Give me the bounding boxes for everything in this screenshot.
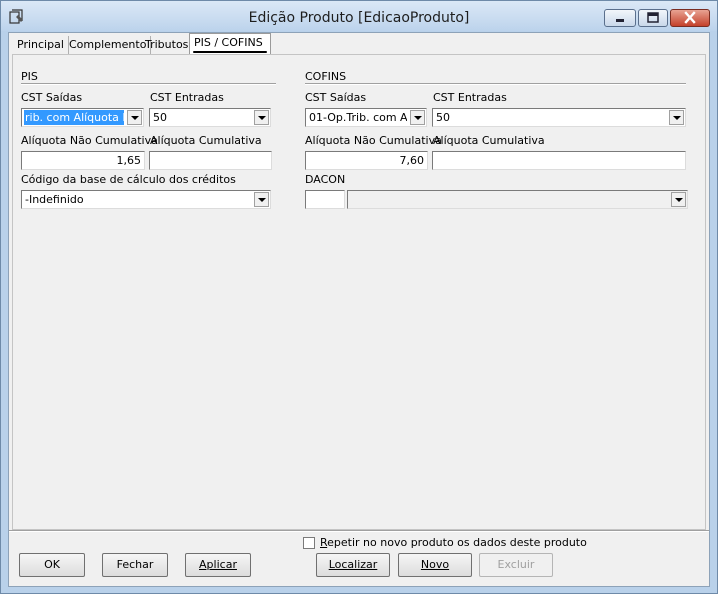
aplicar-button-label: Aplicar xyxy=(199,558,237,571)
cofins-cst-saidas-label: CST Saídas xyxy=(305,91,367,104)
chevron-down-icon xyxy=(258,198,266,202)
repeat-checkbox[interactable] xyxy=(303,537,315,549)
dacon-dropdown-button xyxy=(671,192,686,207)
pis-cod-base-label: Código da base de cálculo dos créditos xyxy=(21,173,236,186)
dacon-label: DACON xyxy=(305,173,346,186)
pis-separator xyxy=(21,83,276,85)
client-area: Principal Complemento Tributos PIS / COF… xyxy=(8,32,710,587)
tab-strip: Principal Complemento Tributos PIS / COF… xyxy=(9,33,709,55)
maximize-button[interactable] xyxy=(638,9,668,27)
ok-button[interactable]: OK xyxy=(19,553,85,577)
cofins-cst-saidas-value: 01-Op.Trib. com Alíqu xyxy=(309,111,407,124)
close-icon xyxy=(684,11,696,24)
cofins-cst-entradas-combo[interactable]: 50 xyxy=(432,108,686,127)
pis-cst-saidas-label: CST Saídas xyxy=(21,91,83,104)
title-bar[interactable]: Edição Produto [EdicaoProduto] xyxy=(1,1,717,31)
close-button[interactable] xyxy=(670,9,710,27)
cofins-cst-entradas-dropdown-button[interactable] xyxy=(669,110,684,125)
repeat-checkbox-text: epetir no novo produto os dados deste pr… xyxy=(327,536,587,549)
pis-aliq-cum-input[interactable] xyxy=(149,151,272,170)
novo-button-label: Novo xyxy=(420,558,450,571)
active-tab-indicator xyxy=(193,51,267,53)
pis-cod-base-dropdown-button[interactable] xyxy=(254,192,269,207)
pis-cst-entradas-dropdown-button[interactable] xyxy=(254,110,269,125)
excluir-button: Excluir xyxy=(479,553,553,577)
pis-cst-entradas-label: CST Entradas xyxy=(150,91,224,104)
tab-pis-cofins-label: PIS / COFINS xyxy=(194,36,263,49)
cofins-cst-saidas-dropdown-button[interactable] xyxy=(410,110,425,125)
aplicar-button[interactable]: Aplicar xyxy=(185,553,251,577)
pis-aliq-nao-cum-label: Alíquota Não Cumulativa xyxy=(21,134,158,147)
tab-pis-cofins[interactable]: PIS / COFINS xyxy=(189,33,271,55)
chevron-down-icon xyxy=(258,116,266,120)
dacon-value xyxy=(350,192,668,207)
cofins-section-label: COFINS xyxy=(305,70,347,83)
cofins-aliq-nao-cum-label: Alíquota Não Cumulativa xyxy=(305,134,442,147)
pis-section-label: PIS xyxy=(21,70,38,83)
maximize-icon xyxy=(647,12,659,23)
cofins-cst-saidas-combo[interactable]: 01-Op.Trib. com Alíqu xyxy=(305,108,427,127)
pis-cst-entradas-combo[interactable]: 50 xyxy=(149,108,271,127)
cofins-cst-entradas-value: 50 xyxy=(436,111,450,124)
pis-aliq-nao-cum-input[interactable]: 1,65 xyxy=(21,151,145,170)
cofins-separator xyxy=(305,83,686,85)
novo-button[interactable]: Novo xyxy=(398,553,472,577)
pis-cst-saidas-dropdown-button[interactable] xyxy=(127,110,142,125)
cofins-aliq-nao-cum-input[interactable]: 7,60 xyxy=(305,151,428,170)
localizar-button-label: Localizar xyxy=(328,558,378,571)
tab-tributos[interactable]: Tributos xyxy=(141,36,194,54)
cofins-aliq-cum-input[interactable] xyxy=(432,151,686,170)
fechar-button[interactable]: Fechar xyxy=(102,553,168,577)
chevron-down-icon xyxy=(414,116,422,120)
chevron-down-icon xyxy=(131,116,139,120)
pis-cst-saidas-combo[interactable]: rib. com Alíquota Bás xyxy=(21,108,144,127)
cofins-cst-entradas-label: CST Entradas xyxy=(433,91,507,104)
dacon-combo xyxy=(347,190,688,209)
minimize-button[interactable] xyxy=(604,9,636,27)
window: Edição Produto [EdicaoProduto] Principal… xyxy=(0,0,718,594)
pis-cod-base-value: -Indefinido xyxy=(25,193,84,206)
pis-cst-saidas-value: rib. com Alíquota Bás xyxy=(24,110,124,125)
repeat-checkbox-label[interactable]: Repetir no novo produto os dados deste p… xyxy=(320,536,587,549)
minimize-icon xyxy=(616,19,624,22)
localizar-button[interactable]: Localizar xyxy=(316,553,390,577)
chevron-down-icon xyxy=(675,198,683,202)
pis-aliq-cum-label: Alíquota Cumulativa xyxy=(150,134,262,147)
chevron-down-icon xyxy=(673,116,681,120)
pis-cod-base-combo[interactable]: -Indefinido xyxy=(21,190,271,209)
dacon-code-input[interactable] xyxy=(305,190,345,209)
pis-cst-entradas-value: 50 xyxy=(153,111,167,124)
pis-cofins-panel: PIS CST Saídas rib. com Alíquota Bás CST… xyxy=(12,54,706,530)
cofins-aliq-cum-label: Alíquota Cumulativa xyxy=(433,134,545,147)
tab-principal[interactable]: Principal xyxy=(13,36,69,54)
footer-separator xyxy=(9,530,709,532)
tab-complemento[interactable]: Complemento xyxy=(65,36,152,54)
